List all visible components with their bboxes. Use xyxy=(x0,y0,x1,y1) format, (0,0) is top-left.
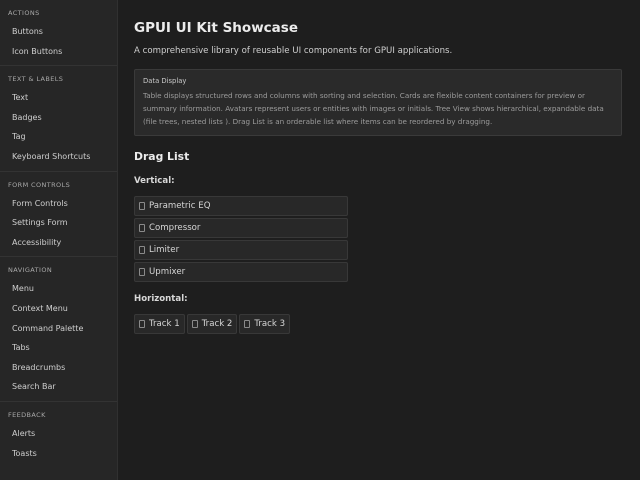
sidebar-item-icon-buttons[interactable]: Icon Buttons xyxy=(0,42,117,62)
sidebar-section-actions: ACTIONS Buttons Icon Buttons xyxy=(0,9,117,67)
horizontal-drag-list: Track 1 Track 2 Track 3 xyxy=(134,314,622,334)
sidebar-item-search-bar[interactable]: Search Bar xyxy=(0,377,117,397)
sidebar-item-buttons[interactable]: Buttons xyxy=(0,22,117,42)
info-body: Table displays structured rows and colum… xyxy=(143,91,604,126)
sidebar-item-tabs[interactable]: Tabs xyxy=(0,338,117,358)
section-title: TEXT & LABELS xyxy=(8,75,64,84)
sidebar-item-accessibility[interactable]: Accessibility xyxy=(0,233,117,253)
section-title: FEEDBACK xyxy=(8,410,46,419)
info-panel: Data Display Table displays structured r… xyxy=(134,69,622,136)
sidebar-item-settings-form[interactable]: Settings Form xyxy=(0,213,117,233)
drag-item-limiter[interactable]: Limiter xyxy=(134,240,348,260)
sidebar-item-menu[interactable]: Menu xyxy=(0,279,117,299)
section-title: FORM CONTROLS xyxy=(8,180,71,189)
page-subtitle: A comprehensive library of reusable UI c… xyxy=(134,46,453,56)
section-title: ACTIONS xyxy=(8,9,40,17)
drag-item-track-1[interactable]: Track 1 xyxy=(134,314,185,334)
main-content: GPUI UI Kit Showcase A comprehensive lib… xyxy=(118,0,640,480)
drag-item-track-2[interactable]: Track 2 xyxy=(186,314,238,334)
page-title: GPUI UI Kit Showcase xyxy=(134,20,298,36)
drag-item-label: Upmixer xyxy=(149,267,186,277)
drag-item-track-3[interactable]: Track 3 xyxy=(239,314,291,334)
sidebar-item-context-menu[interactable]: Context Menu xyxy=(0,299,117,319)
drag-item-label: Track 3 xyxy=(254,319,286,329)
drag-item-label: Parametric EQ xyxy=(149,201,211,211)
sidebar-section-form-controls: FORM CONTROLS Form Controls Settings For… xyxy=(0,181,117,258)
section-title: NAVIGATION xyxy=(8,266,53,275)
sidebar-section-text-labels: TEXT & LABELS Text Badges Tag Keyboard S… xyxy=(0,75,117,172)
drag-item-compressor[interactable]: Compressor xyxy=(134,218,348,238)
drag-item-upmixer[interactable]: Upmixer xyxy=(134,262,348,282)
vertical-label: Vertical: xyxy=(134,176,175,186)
sidebar-section-feedback: FEEDBACK Alerts Toasts xyxy=(0,411,117,467)
drag-handle-icon xyxy=(139,320,145,328)
drag-handle-icon xyxy=(139,268,145,276)
vertical-drag-list: Parametric EQ Compressor Limiter Upmixer xyxy=(134,196,348,282)
drag-item-label: Compressor xyxy=(149,223,201,233)
drag-item-label: Track 1 xyxy=(149,319,180,329)
sidebar-section-navigation: NAVIGATION Menu Context Menu Command Pal… xyxy=(0,266,117,402)
info-title: Data Display xyxy=(143,77,187,85)
app-window: ACTIONS Buttons Icon Buttons TEXT & LABE… xyxy=(0,0,640,480)
sidebar-item-toasts[interactable]: Toasts xyxy=(0,444,117,464)
sidebar: ACTIONS Buttons Icon Buttons TEXT & LABE… xyxy=(0,0,118,480)
drag-handle-icon xyxy=(139,246,145,254)
sidebar-item-form-controls[interactable]: Form Controls xyxy=(0,194,117,214)
sidebar-item-text[interactable]: Text xyxy=(0,88,117,108)
sidebar-item-tag[interactable]: Tag xyxy=(0,127,117,147)
drag-item-label: Limiter xyxy=(149,245,180,255)
sidebar-item-command-palette[interactable]: Command Palette xyxy=(0,319,117,339)
drag-item-parametric-eq[interactable]: Parametric EQ xyxy=(134,196,348,216)
drag-handle-icon xyxy=(139,202,145,210)
drag-item-label: Track 2 xyxy=(201,319,233,329)
sidebar-item-breadcrumbs[interactable]: Breadcrumbs xyxy=(0,358,117,378)
drag-handle-icon xyxy=(244,320,251,328)
drag-list-heading: Drag List xyxy=(134,150,190,163)
sidebar-item-badges[interactable]: Badges xyxy=(0,108,117,128)
sidebar-item-keyboard-shortcuts[interactable]: Keyboard Shortcuts xyxy=(0,147,117,167)
drag-handle-icon xyxy=(139,224,145,232)
drag-handle-icon xyxy=(191,320,198,328)
sidebar-item-alerts[interactable]: Alerts xyxy=(0,424,117,444)
horizontal-label: Horizontal: xyxy=(134,294,188,304)
